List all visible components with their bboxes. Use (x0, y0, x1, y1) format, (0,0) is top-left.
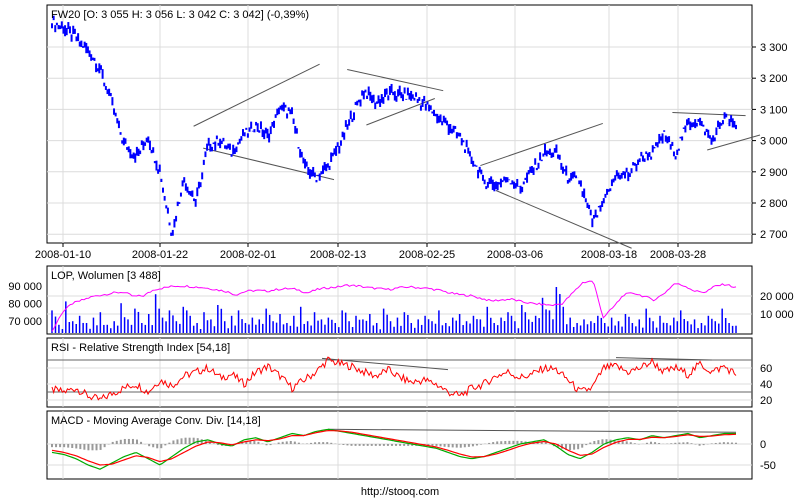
price-panel-title: FW20 [O: 3 055 H: 3 056 L: 3 042 C: 3 04… (51, 9, 309, 21)
x-tick-label: 2008-01-22 (132, 249, 188, 261)
y-tick-label: 2 900 (760, 167, 788, 179)
rsi-axis-label: 20 (760, 395, 772, 407)
x-tick-label: 2008-03-28 (650, 249, 706, 261)
macd-panel-title: MACD - Moving Average Conv. Div. [14,18] (51, 415, 261, 427)
x-tick-label: 2008-02-25 (399, 249, 455, 261)
x-tick-label: 2008-01-10 (35, 249, 91, 261)
x-tick-label: 2008-02-13 (310, 249, 366, 261)
x-tick-label: 2008-02-01 (220, 249, 276, 261)
y-tick-label: 2 800 (760, 198, 788, 210)
lop-axis-label: 80 000 (8, 299, 42, 311)
y-tick-label: 3 100 (760, 104, 788, 116)
x-tick-label: 2008-03-06 (487, 249, 543, 261)
x-tick-label: 2008-03-18 (581, 249, 637, 261)
panel-frame-0 (46, 4, 753, 244)
y-tick-label: 3 300 (760, 42, 788, 54)
rsi-axis-label: 60 (760, 363, 772, 375)
macd-axis-label: 0 (760, 439, 766, 451)
lop-axis-label: 70 000 (8, 316, 42, 328)
footer-link[interactable]: http://stooq.com (0, 486, 800, 498)
macd-axis-label: -50 (760, 460, 776, 472)
y-tick-label: 2 700 (760, 229, 788, 241)
stock-chart: FW20 [O: 3 055 H: 3 056 L: 3 042 C: 3 04… (8, 4, 794, 480)
rsi-panel-title: RSI - Relative Strength Index [54,18] (51, 342, 230, 354)
volume-axis-label: 20 000 (760, 291, 794, 303)
volume-axis-label: 10 000 (760, 309, 794, 321)
volume-panel-title: LOP, Wolumen [3 488] (51, 270, 161, 282)
lop-axis-label: 90 000 (8, 281, 42, 293)
rsi-axis-label: 40 (760, 379, 772, 391)
y-tick-label: 3 200 (760, 73, 788, 85)
y-tick-label: 3 000 (760, 136, 788, 148)
